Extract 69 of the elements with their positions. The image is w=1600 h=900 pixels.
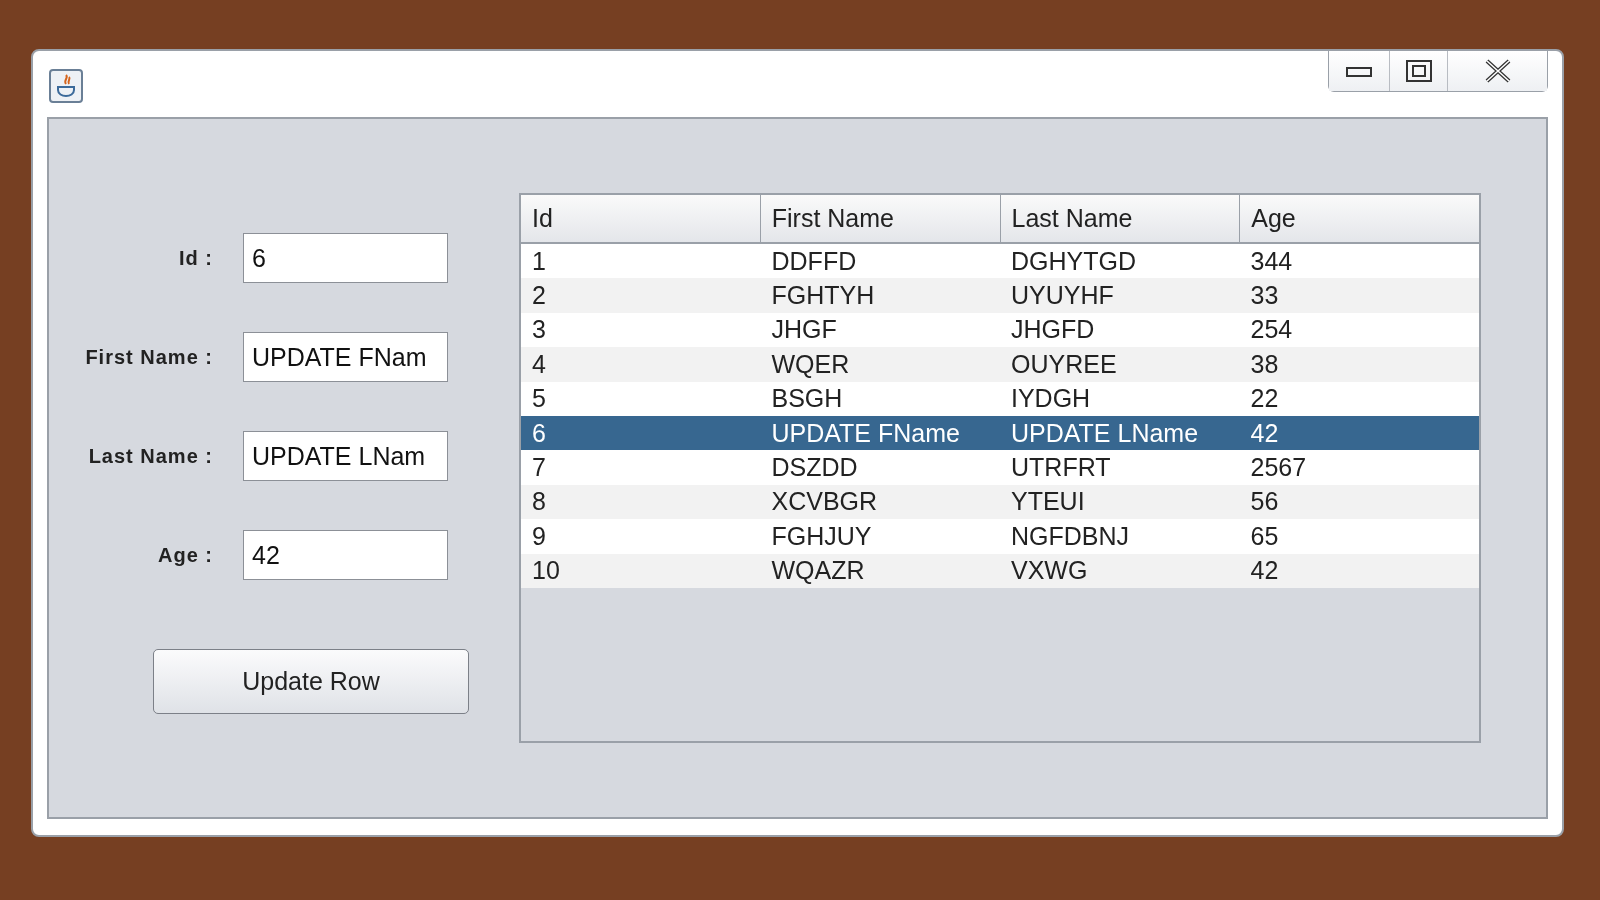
table-cell-text: FGHTYH [770,280,876,312]
column-header[interactable]: Id [521,195,760,242]
table-cell-text: UTRFRT [1010,452,1112,484]
field-label: First Name : [84,345,213,369]
column-header[interactable]: Last Name [999,195,1240,242]
table-cell-text: DDFFD [770,245,858,277]
table-cell-text: 33 [1249,280,1280,312]
table-cell-text: UPDATE LName [1010,417,1200,449]
table-cell-text: 56 [1249,486,1280,518]
input-field[interactable]: UPDATE FNam [243,332,448,382]
table-cell-text: NGFDBNJ [1010,520,1131,552]
field-label: Age : [157,543,213,567]
field-label: Id : [178,246,213,270]
input-field[interactable]: 6 [243,233,448,283]
table-cell-text: 344 [1249,245,1294,277]
table-cell-text: 42 [1249,555,1280,587]
table-cell-text: DGHYTGD [1010,245,1137,277]
table-cell-text: 38 [1249,348,1280,380]
table-row[interactable]: 5 BSGH IYDGH 22 [521,381,1479,416]
table-cell-text: DSZDD [770,452,859,484]
table-cell-text: 2567 [1249,452,1308,484]
table-cell-text: 3 [531,314,547,346]
table-cell-text: UPDATE FName [770,417,961,449]
table-cell-text: 22 [1249,383,1280,415]
table-cell-text: 9 [531,520,547,552]
table-cell-text: WQAZR [770,555,866,587]
field-label: Last Name : [87,444,213,468]
maximize-icon [1405,60,1432,82]
table-row[interactable]: 6 UPDATE FName UPDATE LName 42 [521,415,1479,451]
close-button[interactable] [1447,51,1547,91]
table-cell-text: 5 [531,383,547,415]
table-row[interactable]: 2 FGHTYH UYUYHF 33 [521,278,1479,313]
update-row-button[interactable]: Update Row [153,649,469,714]
table-row[interactable]: 7 DSZDD UTRFRT 2567 [521,450,1479,485]
table-cell-text: 7 [531,452,547,484]
table-row[interactable]: 1 DDFFD DGHYTGD 344 [521,244,1479,279]
table-cell-text: 1 [531,245,547,277]
table-cell-text: 42 [1249,417,1280,449]
table-cell-text: BSGH [770,383,844,415]
table-cell-text: 8 [531,486,547,518]
table-cell-text: 6 [531,417,547,449]
input-field[interactable]: 42 [243,530,448,580]
table-cell-text: FGHJUY [770,520,873,552]
close-icon [1484,59,1511,83]
table-cell-text: WQER [770,348,851,380]
table-cell-text: 4 [531,348,547,380]
input-field[interactable]: UPDATE LNam [243,431,448,481]
table-cell-text: OUYREE [1010,348,1118,380]
table-row[interactable]: 3 JHGF JHGFD 254 [521,312,1479,348]
table-cell-text: JHGFD [1010,314,1096,346]
table-cell-text: 65 [1249,520,1280,552]
column-header[interactable]: First Name [759,195,1000,242]
table-cell-text: VXWG [1010,555,1089,587]
app-icon [49,69,83,103]
minimize-icon [1346,65,1372,77]
maximize-button[interactable] [1389,51,1447,91]
table-row[interactable]: 10 WQAZR VXWG 42 [521,553,1479,588]
table-cell-text: YTEUI [1010,486,1086,518]
table-cell-text: 254 [1249,314,1294,346]
table-cell-text: 10 [531,555,561,587]
table-cell-text: IYDGH [1010,383,1092,415]
table-cell-text: 2 [531,280,547,312]
table-cell-text: UYUYHF [1010,280,1115,312]
table-cell-text: XCVBGR [770,486,879,518]
table-row[interactable]: 4 WQER OUYREE 38 [521,347,1479,382]
column-header[interactable]: Age [1239,195,1479,242]
table-row[interactable]: 9 FGHJUY NGFDBNJ 65 [521,519,1479,554]
table-cell-text: JHGF [770,314,838,346]
table-row[interactable]: 8 XCVBGR YTEUI 56 [521,484,1479,520]
